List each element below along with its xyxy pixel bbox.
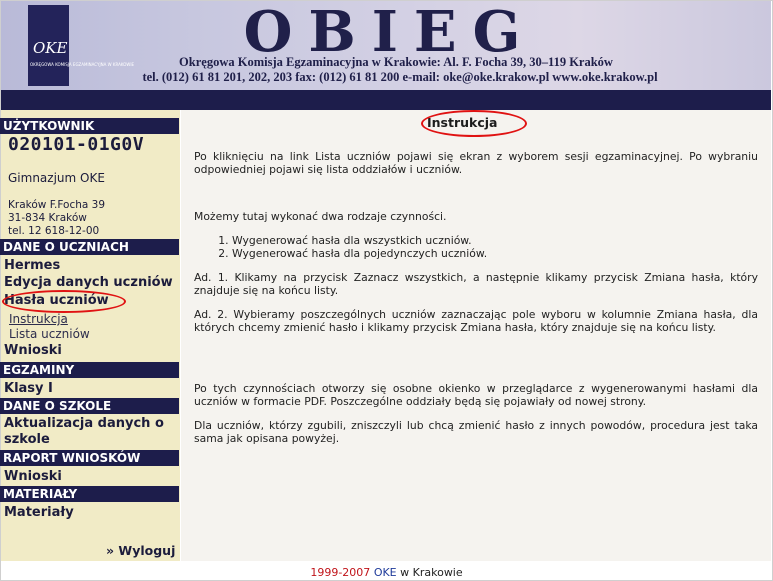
footer-link[interactable]: OKE — [374, 566, 397, 579]
steps-list: Wygenerować hasła dla wszystkich uczniów… — [194, 234, 487, 261]
footer-years: 1999-2007 — [310, 566, 371, 579]
sidebar-item-edit-students[interactable]: Edycja danych uczniów — [4, 275, 173, 290]
sidebar-item-update-school-2[interactable]: szkole — [4, 432, 50, 447]
sidebar-item-materials[interactable]: Materiały — [4, 505, 74, 520]
address-line: 31-834 Kraków — [8, 212, 87, 224]
school-name: Gimnazjum OKE — [8, 171, 105, 185]
paragraph: Ad. 1. Klikamy na przycisk Zaznacz wszys… — [194, 271, 758, 298]
sidebar-item-classes[interactable]: Klasy I — [4, 381, 53, 396]
section-students: DANE O UCZNIACH — [0, 239, 179, 255]
section-materials: MATERIAŁY — [0, 486, 179, 502]
footer-text: w Krakowie — [396, 566, 463, 579]
paragraph: Ad. 2. Wybieramy poszczególnych uczniów … — [194, 308, 758, 335]
logo-mark: OKE — [33, 39, 68, 57]
header-address: Okręgowa Komisja Egzaminacyjna w Krakowi… — [179, 55, 613, 69]
oke-logo: OKE OKRĘGOWA KOMISJA EGZAMINACYJNA W KRA… — [28, 5, 135, 86]
address-line: tel. 12 618-12-00 — [8, 225, 100, 237]
footer: 1999-2007 OKE w Krakowie — [0, 566, 773, 579]
paragraph: Po kliknięciu na link Lista uczniów poja… — [194, 150, 758, 177]
paragraph: Dla uczniów, którzy zgubili, zniszczyli … — [194, 419, 758, 446]
sidebar-item-report-applications[interactable]: Wnioski — [4, 469, 62, 484]
section-school: DANE O SZKOLE — [0, 398, 179, 414]
account-id: 020101-01G0V — [8, 134, 145, 155]
section-exams: EGZAMINY — [0, 362, 179, 378]
highlight-oval — [421, 110, 527, 137]
logo-text: OKRĘGOWA KOMISJA EGZAMINACYJNA W KRAKOWI… — [30, 62, 135, 67]
header-bar — [1, 90, 771, 110]
section-report: RAPORT WNIOSKÓW — [0, 450, 179, 466]
list-item: Wygenerować hasła dla pojedynczych uczni… — [232, 247, 487, 260]
sidebar-item-update-school[interactable]: Aktualizacja danych o — [4, 416, 164, 431]
logout-link[interactable]: » Wyloguj — [106, 543, 175, 558]
paragraph: Możemy tutaj wykonać dwa rodzaje czynnoś… — [194, 210, 447, 223]
sidebar-subitem-instructions[interactable]: Instrukcja — [9, 312, 68, 326]
address-line: Kraków F.Focha 39 — [8, 199, 106, 211]
paragraph: Po tych czynnościach otworzy się osobne … — [194, 382, 758, 409]
main-content — [181, 110, 771, 561]
list-item: Wygenerować hasła dla wszystkich uczniów… — [232, 234, 487, 247]
sidebar-subitem-student-list[interactable]: Lista uczniów — [9, 327, 90, 341]
highlight-oval — [2, 290, 126, 313]
section-user: UŻYTKOWNIK — [0, 118, 179, 134]
sidebar-item-applications[interactable]: Wnioski — [4, 343, 62, 358]
sidebar-item-hermes[interactable]: Hermes — [4, 258, 60, 273]
header-contact: tel. (012) 61 81 201, 202, 203 fax: (012… — [142, 70, 658, 84]
